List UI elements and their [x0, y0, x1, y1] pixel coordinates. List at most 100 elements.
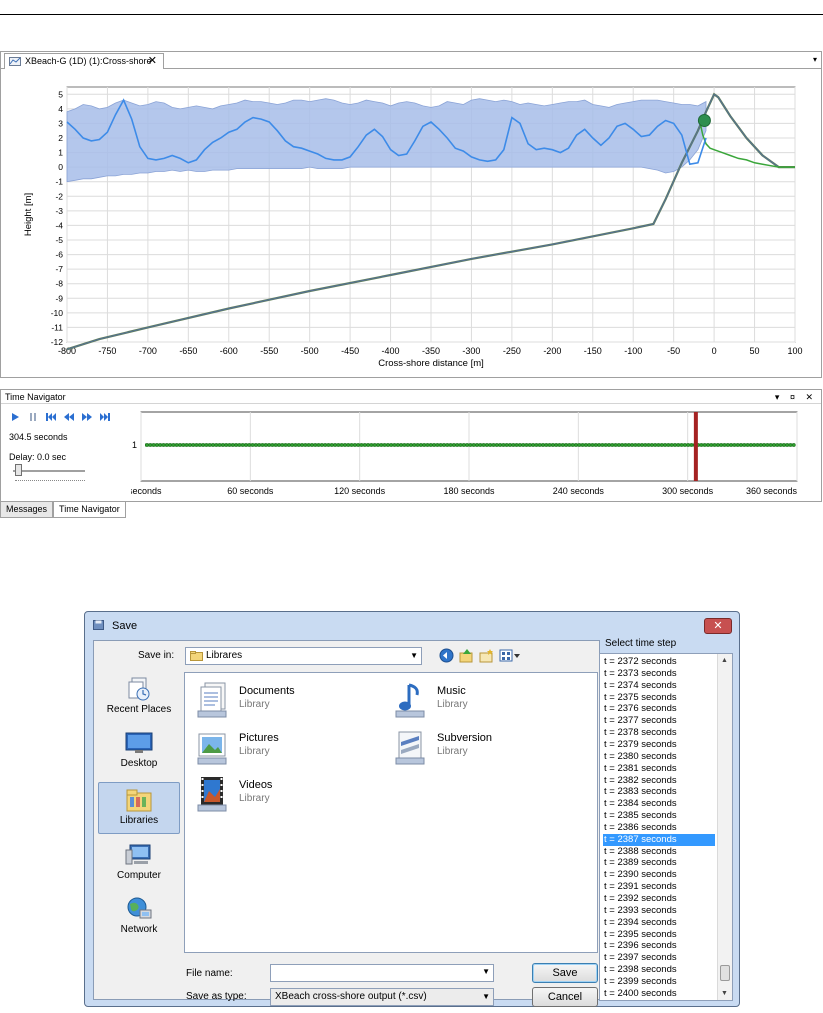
save-in-dropdown[interactable]: Librares ▼ — [185, 647, 422, 665]
time-step-item[interactable]: t = 2379 seconds — [603, 739, 715, 751]
library-item-videos[interactable]: Videos Library — [195, 775, 385, 817]
time-step-item[interactable]: t = 2373 seconds — [603, 668, 715, 680]
library-name: Subversion — [437, 732, 493, 744]
panel-window-controls[interactable]: ▾ ¤ ✕ — [775, 390, 817, 404]
time-step-item[interactable]: t = 2378 seconds — [603, 727, 715, 739]
rewind-icon[interactable] — [63, 412, 75, 422]
save-button[interactable]: Save — [532, 963, 598, 983]
time-step-item[interactable]: t = 2390 seconds — [603, 869, 715, 881]
save-as-type-value: XBeach cross-shore output (*.csv) — [275, 991, 427, 1002]
timeline-chart[interactable]: 0 seconds 60 seconds 120 seconds 180 second… — [131, 408, 815, 498]
time-step-scrollbar[interactable]: ▲ ▼ — [717, 654, 732, 1000]
current-time-readout: 304.5 seconds — [9, 432, 68, 442]
time-step-item[interactable]: t = 2394 seconds — [603, 917, 715, 929]
timeline-row-label: 1 — [132, 440, 137, 450]
time-step-item[interactable]: t = 2382 seconds — [603, 775, 715, 787]
time-step-item[interactable]: t = 2381 seconds — [603, 763, 715, 775]
y-tick-label: 3 — [58, 118, 63, 128]
document-tab[interactable]: XBeach-G (1D) (1):Cross-shore ✕ — [4, 53, 164, 69]
cancel-button[interactable]: Cancel — [532, 987, 598, 1007]
close-button[interactable]: ✕ — [704, 618, 732, 634]
library-type: Library — [239, 699, 270, 710]
play-icon[interactable] — [9, 412, 21, 422]
save-as-type-dropdown[interactable]: XBeach cross-shore output (*.csv) ▼ — [270, 988, 494, 1006]
time-step-item[interactable]: t = 2372 seconds — [603, 656, 715, 668]
computer-icon — [125, 844, 151, 865]
dialog-title: Save — [112, 620, 138, 632]
time-step-item[interactable]: t = 2397 seconds — [603, 952, 715, 964]
timeline-tick-label: 120 seconds — [334, 486, 386, 496]
time-step-item[interactable]: t = 2376 seconds — [603, 703, 715, 715]
x-tick-label: -300 — [462, 346, 480, 356]
chevron-down-icon[interactable]: ▼ — [482, 967, 490, 976]
library-item-subversion[interactable]: Subversion Library — [393, 728, 583, 770]
place-desktop[interactable]: Desktop — [98, 726, 180, 778]
save-dialog-icon — [93, 620, 104, 630]
time-step-item[interactable]: t = 2375 seconds — [603, 692, 715, 704]
scrollbar-thumb[interactable] — [720, 965, 730, 981]
first-frame-icon[interactable] — [45, 412, 57, 422]
time-step-item[interactable]: t = 2384 seconds — [603, 798, 715, 810]
time-step-list[interactable]: ▲ ▼ t = 2372 seconds t = 2373 seconds t = … — [599, 653, 733, 1001]
back-icon[interactable] — [439, 648, 454, 663]
pictures-library-icon — [197, 733, 227, 765]
new-folder-icon[interactable] — [479, 648, 494, 663]
page-rule — [0, 14, 823, 15]
library-name: Videos — [239, 779, 273, 791]
library-item-pictures[interactable]: Pictures Library — [195, 728, 385, 770]
time-step-item[interactable]: t = 2398 seconds — [603, 964, 715, 976]
dialog-titlebar[interactable]: Save ✕ — [85, 612, 739, 640]
file-name-input[interactable]: ▼ — [270, 964, 494, 982]
time-step-item[interactable]: t = 2389 seconds — [603, 857, 715, 869]
cross-shore-chart: -800 -750 -700 -650 -600 -550 -500 -450 -400 -350… — [23, 86, 803, 369]
time-step-item[interactable]: t = 2388 seconds — [603, 846, 715, 858]
place-recent-places[interactable]: Recent Places — [98, 672, 180, 724]
library-item-documents[interactable]: Documents Library — [195, 681, 385, 723]
time-step-item[interactable]: t = 2387 seconds — [603, 833, 715, 846]
time-step-item[interactable]: t = 2400 seconds — [603, 988, 715, 1000]
fast-forward-icon[interactable] — [81, 412, 93, 422]
y-tick-label: -4 — [55, 220, 63, 230]
pause-icon[interactable] — [27, 412, 39, 422]
time-step-item[interactable]: t = 2396 seconds — [603, 940, 715, 952]
delay-slider-track[interactable] — [13, 470, 85, 472]
time-step-item[interactable]: t = 2399 seconds — [603, 976, 715, 988]
time-step-item[interactable]: t = 2383 seconds — [603, 786, 715, 798]
dialog-body: Save in: Librares ▼ Recent Places Deskto… — [93, 640, 600, 1007]
tab-time-navigator[interactable]: Time Navigator — [53, 502, 126, 518]
y-tick-label: 2 — [58, 133, 63, 143]
file-name-label: File name: — [186, 968, 233, 979]
tab-messages[interactable]: Messages — [0, 502, 54, 518]
close-icon[interactable]: ✕ — [148, 54, 157, 69]
view-menu-icon[interactable] — [499, 648, 521, 663]
recent-places-icon — [128, 677, 150, 701]
scroll-down-icon[interactable]: ▼ — [721, 990, 728, 997]
places-bar: Recent Places Desktop Libraries Computer… — [98, 672, 180, 996]
time-step-item[interactable]: t = 2391 seconds — [603, 881, 715, 893]
scroll-up-icon[interactable]: ▲ — [721, 657, 728, 664]
chart-icon — [9, 57, 21, 66]
tab-menu-icon[interactable]: ▾ — [813, 55, 817, 64]
time-step-item[interactable]: t = 2386 seconds — [603, 822, 715, 834]
place-libraries[interactable]: Libraries — [98, 782, 180, 834]
delay-slider-ticks — [15, 480, 85, 483]
delay-slider-thumb[interactable] — [15, 464, 22, 476]
time-step-item[interactable]: t = 2393 seconds — [603, 905, 715, 917]
time-step-item[interactable]: t = 2395 seconds — [603, 929, 715, 941]
place-network[interactable]: Network — [98, 892, 180, 944]
up-folder-icon[interactable] — [459, 648, 474, 663]
y-tick-label: 1 — [58, 148, 63, 158]
place-label: Network — [120, 924, 158, 935]
time-step-item[interactable]: t = 2385 seconds — [603, 810, 715, 822]
last-frame-icon[interactable] — [99, 412, 111, 422]
time-step-item[interactable]: t = 2380 seconds — [603, 751, 715, 763]
time-step-item[interactable]: t = 2377 seconds — [603, 715, 715, 727]
x-tick-label: -550 — [260, 346, 278, 356]
time-step-item[interactable]: t = 2374 seconds — [603, 680, 715, 692]
time-step-item[interactable]: t = 2392 seconds — [603, 893, 715, 905]
save-as-type-label: Save as type: — [186, 991, 247, 1002]
library-item-music[interactable]: Music Library — [393, 681, 583, 723]
place-computer[interactable]: Computer — [98, 838, 180, 890]
file-list-view[interactable]: Documents Library Music Library Pictures… — [184, 672, 598, 953]
x-tick-label: -600 — [220, 346, 238, 356]
